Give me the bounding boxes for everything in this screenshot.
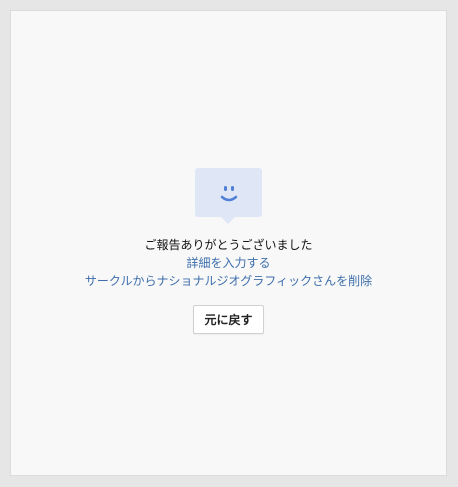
undo-button[interactable]: 元に戻す xyxy=(193,305,264,334)
remove-from-circles-link[interactable]: サークルからナショナルジオグラフィックさんを削除 xyxy=(85,272,372,290)
smiley-face-icon xyxy=(220,186,238,202)
thank-you-message: ご報告ありがとうございました xyxy=(144,238,313,252)
enter-details-link[interactable]: 詳細を入力する xyxy=(186,254,270,272)
smiley-speech-bubble-icon xyxy=(195,168,262,224)
feedback-confirmation: ご報告ありがとうございました 詳細を入力する サークルからナショナルジオグラフィ… xyxy=(11,168,446,334)
feedback-panel: ご報告ありがとうございました 詳細を入力する サークルからナショナルジオグラフィ… xyxy=(10,10,447,476)
